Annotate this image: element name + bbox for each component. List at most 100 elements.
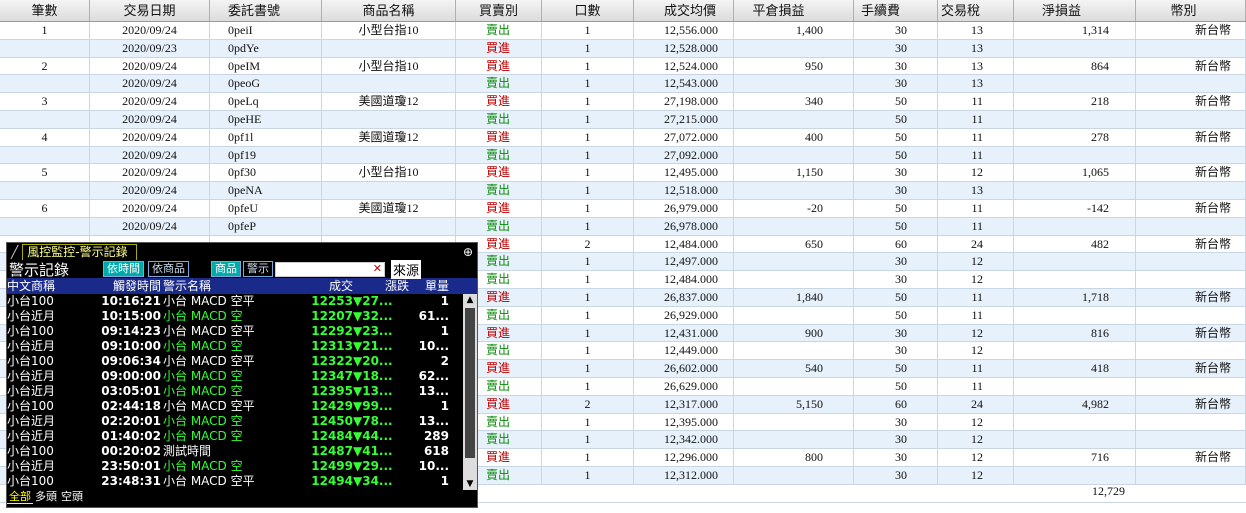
table-cell: 30: [854, 413, 938, 431]
header-col-3[interactable]: 商品名稱: [322, 0, 456, 21]
table-row[interactable]: 2020/09/24 0peoG 賣出 1 12,543.000 30 13: [0, 75, 1246, 94]
product-filter-label[interactable]: 商品: [211, 261, 242, 277]
header-col-2[interactable]: 委託書號: [210, 0, 322, 21]
table-row[interactable]: 1 2020/09/24 0peiI 小型台指10 賣出 1 12,556.000 1,400…: [0, 22, 1246, 40]
tab-long[interactable]: 多頭: [33, 490, 59, 504]
table-cell: 12: [938, 466, 1014, 484]
table-cell: 2020/09/24: [90, 110, 210, 128]
table-cell: [0, 39, 90, 57]
alert-row[interactable]: 小台100 10:16:21 小台 MACD 空平 12253 ▼27... 1: [7, 294, 477, 309]
table-cell: [734, 306, 854, 324]
header-col-4[interactable]: 買賣別: [456, 0, 542, 21]
alert-price: 12207: [311, 309, 353, 323]
table-cell: 11: [938, 288, 1014, 306]
table-cell: [1136, 271, 1246, 288]
tab-alert-records[interactable]: 風控監控-警示記錄: [22, 243, 137, 260]
alert-row[interactable]: 小台近月 03:05:01 小台 MACD 空 12395 ▼13... 13...: [7, 384, 477, 399]
header-col-11[interactable]: 幣別: [1136, 0, 1246, 21]
alert-row[interactable]: 小台100 09:14:23 小台 MACD 空平 12292 ▼23... 1: [7, 324, 477, 339]
scroll-thumb[interactable]: [465, 308, 475, 458]
table-cell: [1136, 342, 1246, 360]
header-col-1[interactable]: 交易日期: [90, 0, 210, 21]
source-button[interactable]: 來源: [391, 259, 422, 279]
table-cell: [0, 217, 90, 235]
table-cell: 0pf30: [210, 164, 322, 182]
alert-row[interactable]: 小台近月 23:50:01 小台 MACD 空 12499 ▼29... 10...: [7, 459, 477, 474]
alert-row[interactable]: 小台近月 09:10:00 小台 MACD 空 12313 ▼21... 10...: [7, 339, 477, 354]
alert-row[interactable]: 小台近月 10:15:00 小台 MACD 空 12207 ▼32... 61...: [7, 309, 477, 324]
scroll-up-icon[interactable]: ▲: [464, 294, 476, 306]
table-cell: 816: [1014, 324, 1136, 342]
table-cell: 2020/09/24: [90, 57, 210, 75]
table-cell: 60: [854, 395, 938, 413]
table-row[interactable]: 2020/09/24 0pfeP 賣出 1 26,978.000 50 11: [0, 217, 1246, 236]
table-cell: [322, 110, 456, 128]
table-cell: 5: [0, 164, 90, 182]
alert-column-header: 中文商稱 觸發時間 警示名稱 成交 漲跌 單量: [7, 278, 477, 294]
table-row[interactable]: 2020/09/24 0peHE 賣出 1 27,215.000 50 11: [0, 110, 1246, 129]
table-cell: [1136, 466, 1246, 484]
table-row[interactable]: 2 2020/09/24 0peIM 小型台指10 買進 1 12,524.000 950 30…: [0, 57, 1246, 76]
warn-filter-label[interactable]: 警示: [243, 261, 274, 277]
table-row[interactable]: 2020/09/24 0pf19 賣出 1 27,092.000 50 11: [0, 146, 1246, 165]
table-cell: 小型台指10: [322, 57, 456, 75]
alert-change: ▼41...: [353, 444, 393, 458]
col-change[interactable]: 漲跌: [353, 278, 409, 294]
alert-product-name: 小台近月: [7, 384, 56, 398]
alert-qty: 1: [440, 399, 449, 413]
table-cell: 新台幣: [1136, 57, 1246, 75]
table-row[interactable]: 5 2020/09/24 0pf30 小型台指10 買進 1 12,495.000 1,150…: [0, 164, 1246, 183]
alert-product-name: 小台近月: [7, 369, 56, 383]
alert-row[interactable]: 小台100 00:20:02 測試時間 12487 ▼41... 618: [7, 444, 477, 459]
table-cell: 12,524.000: [634, 57, 734, 75]
filter-input[interactable]: ✕: [275, 261, 386, 277]
header-col-10[interactable]: 淨損益: [1014, 0, 1136, 21]
table-cell: 2020/09/24: [90, 217, 210, 235]
alert-name: 小台 MACD 空: [163, 429, 243, 443]
alert-row[interactable]: 小台近月 02:20:01 小台 MACD 空 12450 ▼78... 13...: [7, 414, 477, 429]
table-cell: 2: [0, 57, 90, 75]
col-time[interactable]: 觸發時間: [85, 278, 161, 294]
header-col-7[interactable]: 平倉損益: [734, 0, 854, 21]
tab-all[interactable]: 全部: [7, 490, 33, 504]
table-row[interactable]: 4 2020/09/24 0pf1l 美國道瓊12 買進 1 27,072.000 400 50…: [0, 128, 1246, 147]
header-col-0[interactable]: 筆數: [0, 0, 90, 21]
zoom-icon[interactable]: ⊕: [463, 245, 473, 259]
scroll-down-icon[interactable]: ▼: [464, 478, 476, 490]
col-price[interactable]: 成交: [283, 278, 353, 294]
table-row[interactable]: 2020/09/23 0pdYe 買進 1 12,528.000 30 13: [0, 39, 1246, 58]
table-cell: 12,317.000: [634, 395, 734, 413]
alert-list[interactable]: 小台100 10:16:21 小台 MACD 空平 12253 ▼27... 1 小台近月 1…: [7, 294, 477, 490]
sort-by-product-button[interactable]: 依商品: [148, 261, 190, 277]
header-col-5[interactable]: 口數: [542, 0, 634, 21]
alert-price: 12395: [311, 384, 353, 398]
alert-window[interactable]: ╱ 風控監控-警示記錄 ⊕ 警示記錄 依時間 依商品 商品 警示 ✕ 來源 中文…: [6, 242, 478, 508]
header-col-6[interactable]: 成交均價: [634, 0, 734, 21]
col-name[interactable]: 中文商稱: [7, 278, 85, 294]
table-cell: 12,296.000: [634, 449, 734, 466]
alert-row[interactable]: 小台100 09:06:34 小台 MACD 空平 12322 ▼20... 2: [7, 354, 477, 369]
table-row[interactable]: 3 2020/09/24 0peLq 美國道瓊12 買進 1 27,198.000 340 50…: [0, 93, 1246, 111]
header-col-8[interactable]: 手續費: [854, 0, 938, 21]
table-cell: [1014, 39, 1136, 57]
table-cell: 1: [542, 342, 634, 360]
clear-icon[interactable]: ✕: [373, 262, 382, 275]
table-cell: 418: [1014, 360, 1136, 377]
table-row[interactable]: 2020/09/24 0peNA 賣出 1 12,518.000 30 13: [0, 182, 1246, 200]
alert-row[interactable]: 小台近月 09:00:00 小台 MACD 空 12347 ▼18... 62...: [7, 369, 477, 384]
table-cell: 新台幣: [1136, 449, 1246, 466]
header-col-9[interactable]: 交易稅: [938, 0, 1014, 21]
alert-row[interactable]: 小台100 23:48:31 小台 MACD 空平 12494 ▼34... 1: [7, 474, 477, 489]
col-qty[interactable]: 單量: [409, 278, 449, 294]
sort-by-time-button[interactable]: 依時間: [103, 261, 145, 277]
table-row[interactable]: 6 2020/09/24 0pfeU 美國道瓊12 買進 1 26,979.000 -20 50…: [0, 199, 1246, 218]
alert-row[interactable]: 小台100 02:44:18 小台 MACD 空平 12429 ▼99... 1: [7, 399, 477, 414]
table-cell: 美國道瓊12: [322, 128, 456, 146]
col-alert[interactable]: 警示名稱: [161, 278, 283, 294]
alert-scrollbar[interactable]: ▲ ▼: [463, 294, 477, 490]
table-cell: 2: [542, 235, 634, 253]
alert-row[interactable]: 小台近月 01:40:02 小台 MACD 空 12484 ▼44... 289: [7, 429, 477, 444]
tab-short[interactable]: 空頭: [59, 490, 85, 504]
table-cell: 1: [542, 377, 634, 395]
alert-change: ▼99...: [353, 399, 393, 413]
